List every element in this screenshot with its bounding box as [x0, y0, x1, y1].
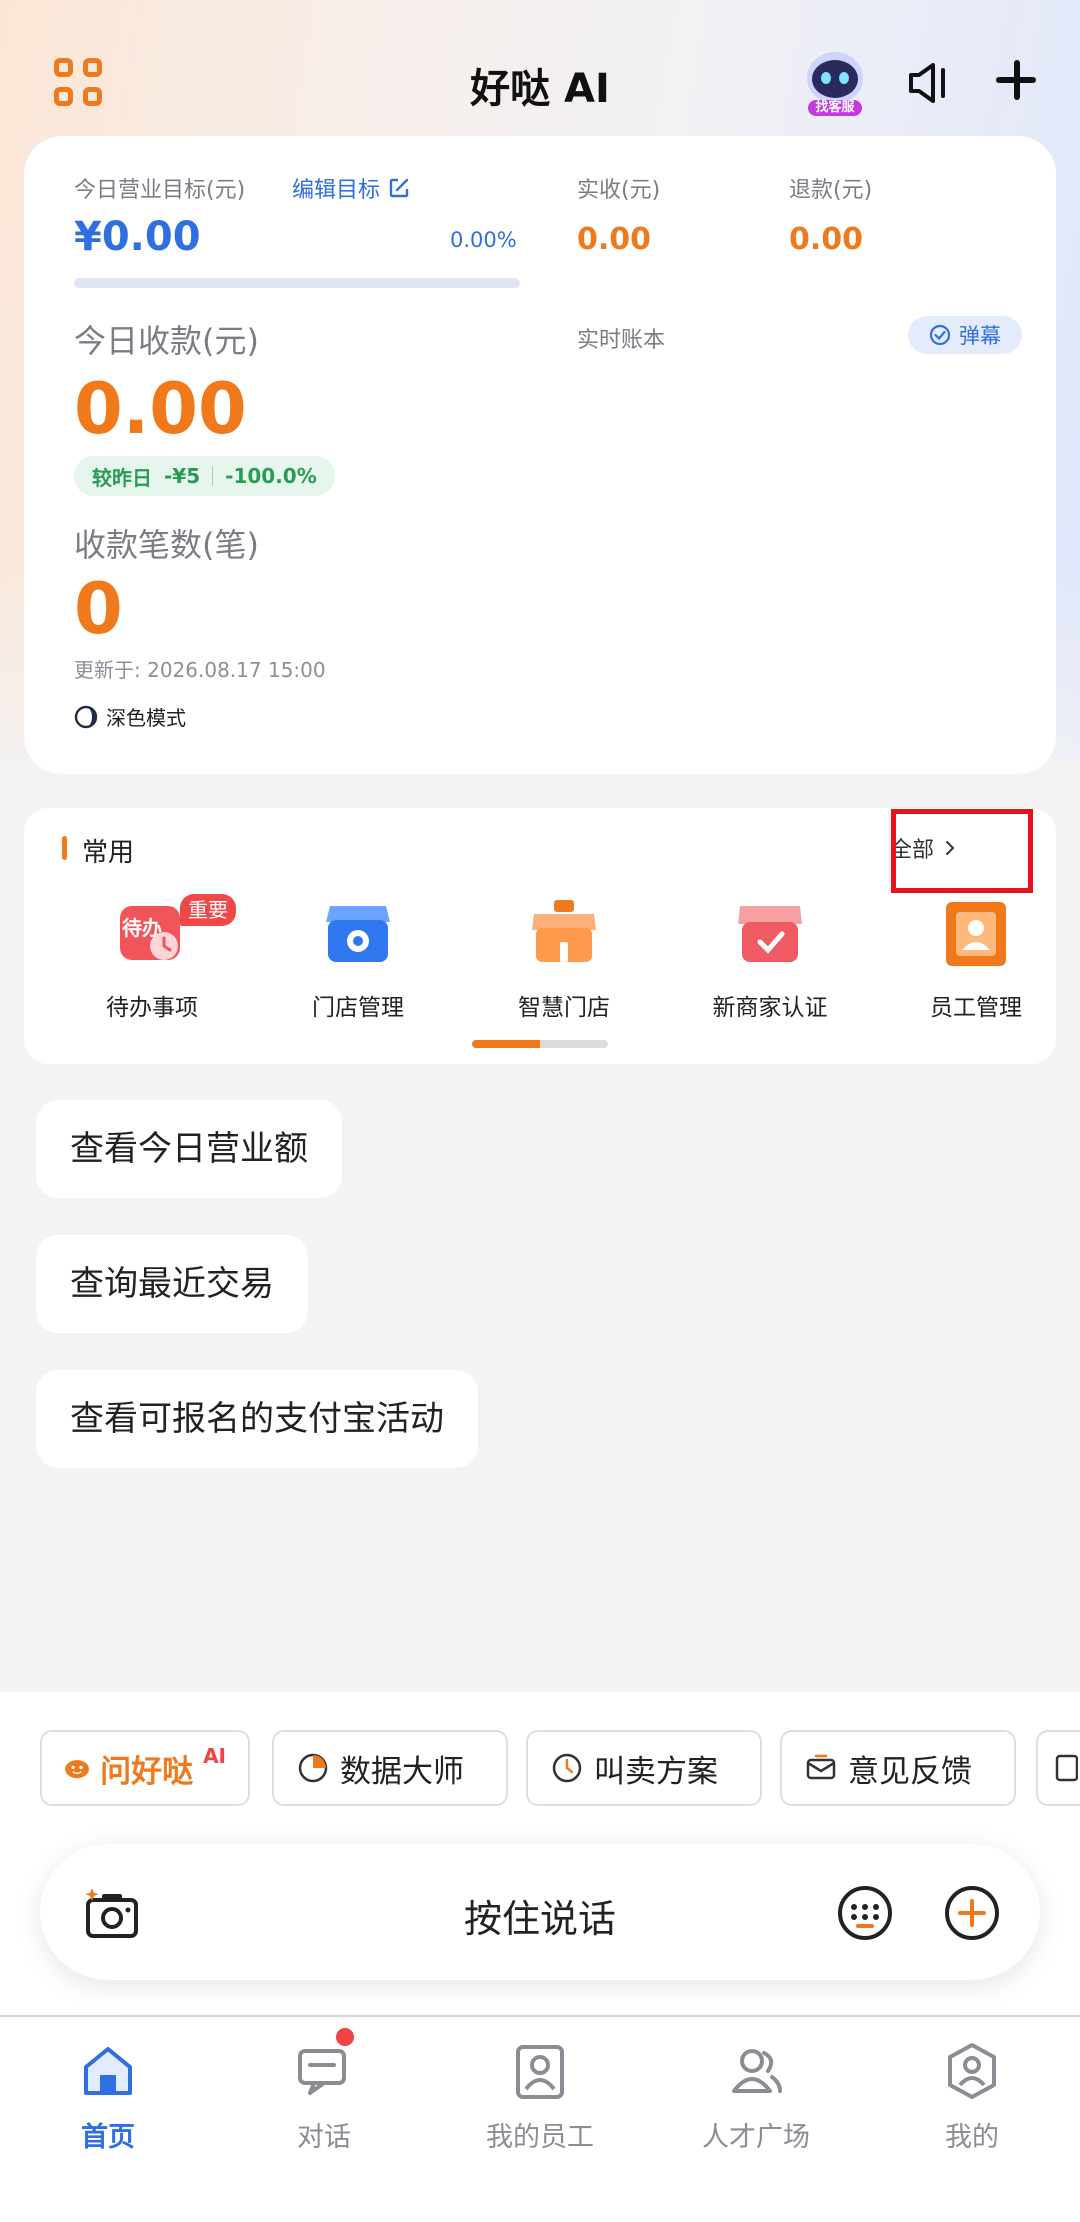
hold-to-talk-bar[interactable]: 按住说话 [40, 1844, 1040, 1980]
tab-label: 我的员工 [486, 2122, 594, 2153]
todo-clock-icon: 待办 [118, 900, 186, 968]
edit-target-link[interactable]: 编辑目标 [292, 172, 410, 204]
danmu-label: 弹幕 [959, 324, 1001, 348]
profile-icon [948, 2043, 996, 2099]
keyboard-icon[interactable] [836, 1884, 894, 1942]
refund-label: 退款(元) [789, 178, 873, 203]
todo-icon-text: 待办 [122, 916, 162, 940]
speaker-icon[interactable] [905, 60, 951, 106]
ai-tag: AI [203, 1744, 226, 1768]
tab-chat[interactable]: 对话 [216, 2029, 432, 2159]
staff-manage-icon [942, 900, 1010, 968]
tab-label: 人才广场 [702, 2122, 810, 2153]
shortcut-todo[interactable]: 待办 重要 待办事项 [62, 886, 242, 1021]
chip-label: 问好哒 [100, 1753, 194, 1790]
refund-value: 0.00 [789, 222, 864, 257]
common-title: 常用 [82, 838, 135, 868]
shortcut-staff-manage[interactable]: 员工管理 [886, 886, 1066, 1021]
chip-label: 意见反馈 [848, 1753, 972, 1790]
chip-feedback[interactable]: 意见反馈 [780, 1730, 1016, 1806]
collect-value: 0.00 [74, 368, 247, 450]
edit-target-label: 编辑目标 [292, 178, 381, 203]
count-label: 收款笔数(笔) [74, 526, 259, 564]
target-amount: ¥0.00 [74, 214, 201, 260]
talent-icon [732, 2049, 782, 2093]
chip-more[interactable] [1036, 1730, 1080, 1806]
document-icon [1055, 1754, 1078, 1782]
employee-icon [516, 2045, 564, 2099]
add-icon[interactable] [994, 58, 1038, 102]
tab-home[interactable]: 首页 [0, 2029, 216, 2159]
shortcut-label: 门店管理 [312, 995, 404, 1021]
page-indicator [472, 1040, 608, 1048]
page-indicator-active [472, 1040, 540, 1048]
moon-icon [74, 705, 98, 728]
tab-label: 对话 [297, 2122, 351, 2153]
chip-label: 叫卖方案 [594, 1753, 718, 1790]
shortcut-merchant-verify[interactable]: 新商家认证 [680, 886, 860, 1021]
pie-chart-icon [298, 1753, 328, 1783]
clock-icon [552, 1753, 582, 1783]
home-icon [84, 2047, 132, 2095]
store-manage-icon [324, 900, 392, 968]
shortcut-label: 员工管理 [930, 995, 1022, 1021]
compare-percent: -100.0% [225, 464, 317, 488]
suggestion-chip[interactable]: 查看今日营业额 [36, 1100, 342, 1198]
shortcut-label: 智慧门店 [518, 995, 610, 1021]
dark-mode-toggle[interactable]: 深色模式 [74, 702, 186, 731]
hao-da-logo-icon [65, 1760, 89, 1779]
target-percent: 0.00% [450, 228, 517, 252]
compare-label: 较昨日 [92, 465, 152, 490]
check-circle-icon [929, 324, 951, 346]
tab-label: 我的 [945, 2122, 999, 2153]
suggestion-chip[interactable]: 查看可报名的支付宝活动 [36, 1370, 478, 1468]
important-badge: 重要 [180, 894, 236, 926]
compare-divider [212, 466, 214, 486]
suggestion-chip[interactable]: 查询最近交易 [36, 1235, 308, 1333]
target-progress-bar [74, 278, 520, 288]
smart-store-icon [530, 900, 598, 968]
feedback-icon [806, 1754, 836, 1780]
chip-sales-plan[interactable]: 叫卖方案 [526, 1730, 762, 1806]
highlight-box [891, 809, 1033, 893]
shortcut-label: 新商家认证 [712, 995, 828, 1021]
tab-my-employees[interactable]: 我的员工 [432, 2029, 648, 2159]
chip-ask-haoda[interactable]: 问好哒 AI [40, 1730, 250, 1806]
bottom-tab-bar: 首页 对话 我的员工 人才广场 我的 [0, 2017, 1080, 2222]
danmu-toggle[interactable]: 弹幕 [908, 316, 1022, 354]
robot-badge: 找客服 [815, 100, 855, 115]
customer-service-robot-icon[interactable]: 找客服 [804, 50, 866, 118]
received-value: 0.00 [577, 222, 652, 257]
unread-dot [336, 2028, 354, 2046]
shortcut-store-manage[interactable]: 门店管理 [268, 886, 448, 1021]
chip-data-master[interactable]: 数据大师 [272, 1730, 508, 1806]
updated-time: 更新于: 2026.08.17 15:00 [74, 658, 326, 682]
tab-talent-square[interactable]: 人才广场 [648, 2029, 864, 2159]
shortcut-smart-store[interactable]: 智慧门店 [474, 886, 654, 1021]
dark-mode-label: 深色模式 [106, 706, 186, 730]
edit-icon [389, 178, 409, 198]
plus-circle-icon[interactable] [943, 1884, 1001, 1942]
business-summary-card: 今日营业目标(元) 编辑目标 ¥0.00 0.00% 实收(元) 0.00 退款… [24, 136, 1056, 774]
ledger-label: 实时账本 [577, 328, 666, 353]
count-value: 0 [74, 568, 123, 650]
tab-profile[interactable]: 我的 [864, 2029, 1080, 2159]
compare-yesterday-badge: 较昨日 -¥5 -100.0% [74, 456, 335, 496]
top-bar: 好哒 AI 找客服 [0, 0, 1080, 140]
chip-label: 数据大师 [340, 1753, 464, 1790]
target-label: 今日营业目标(元) [74, 178, 246, 203]
chat-icon [298, 2049, 346, 2095]
tab-label: 首页 [81, 2122, 135, 2153]
received-label: 实收(元) [577, 178, 661, 203]
section-accent-bar [62, 836, 67, 860]
shortcut-label: 待办事项 [106, 995, 198, 1021]
compare-amount: -¥5 [164, 464, 201, 488]
merchant-verify-icon [736, 900, 804, 968]
collect-label: 今日收款(元) [74, 322, 259, 360]
